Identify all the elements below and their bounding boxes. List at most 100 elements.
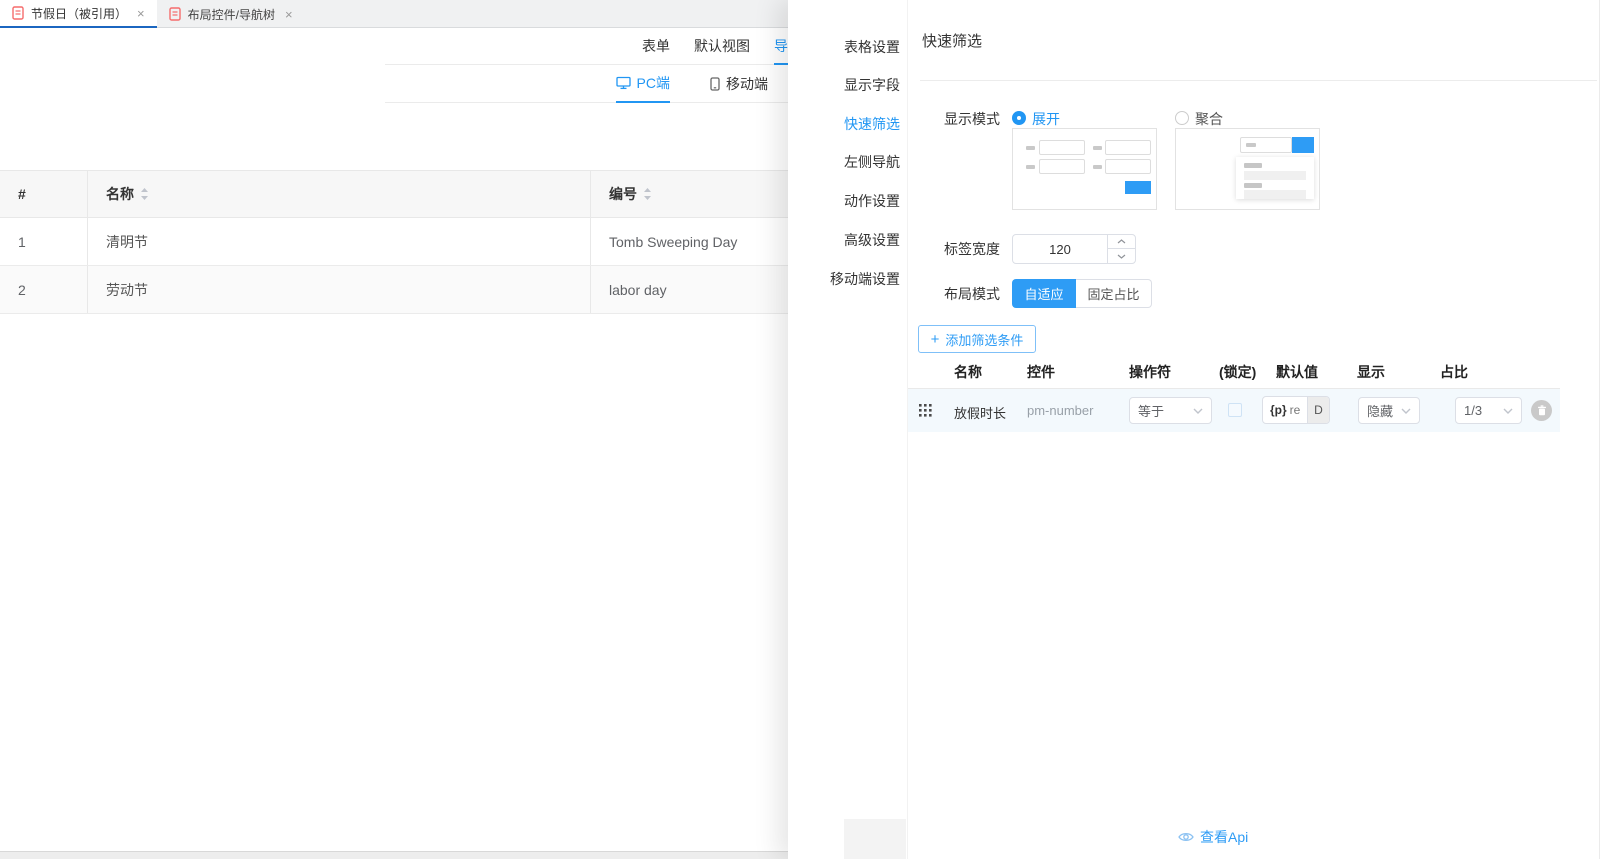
layout-adaptive-button[interactable]: 自适应 [1012,279,1076,308]
filter-field-name: 放假时长 [954,403,1006,422]
display-mode-label: 显示模式 [908,109,1000,129]
stepper-increase-button[interactable] [1108,235,1135,249]
filter-col-locked: (锁定) [1219,362,1256,382]
chevron-down-icon [1193,408,1203,414]
display-value: 隐藏 [1367,401,1393,420]
sort-icon[interactable] [643,187,652,201]
sidebar-item-left-nav[interactable]: 左侧导航 [787,147,907,177]
device-toolbar: PC端 移动端 [385,65,788,103]
window-tab-label: 节假日（被引用） [31,5,127,22]
aggregate-mode-preview[interactable] [1175,128,1320,210]
ratio-select[interactable]: 1/3 [1455,397,1522,424]
form-doc-icon [12,6,24,20]
radio-aggregate[interactable] [1175,111,1189,125]
view-toolbar: 表单 默认视图 导 [385,28,788,65]
filter-col-operator: 操作符 [1129,362,1171,382]
display-select[interactable]: 隐藏 [1358,397,1420,424]
title-divider [920,80,1597,81]
filter-col-control: 控件 [1027,362,1055,382]
filter-col-name: 名称 [954,362,982,382]
chevron-down-icon [1401,408,1411,414]
filter-col-ratio: 占比 [1440,362,1468,382]
column-header-index: # [0,171,88,217]
tab-mobile-label: 移动端 [726,74,768,94]
sidebar-item-display-fields[interactable]: 显示字段 [787,70,907,100]
tab-pc[interactable]: PC端 [616,65,670,103]
toolbar-item-form[interactable]: 表单 [642,28,670,64]
window-tab-layout[interactable]: 布局控件/导航树 × [157,0,305,28]
chevron-down-icon [1503,408,1513,414]
locked-checkbox[interactable] [1228,403,1242,417]
column-header-name[interactable]: 名称 [88,171,591,217]
preview-field-input [1039,159,1085,174]
default-value-tag-button[interactable]: D [1307,397,1329,423]
preview-field-input [1105,159,1151,174]
sidebar-item-mobile-settings[interactable]: 移动端设置 [787,264,907,294]
preview-field-label [1026,146,1035,150]
preview-field-label [1093,146,1102,150]
layout-fixed-ratio-button[interactable]: 固定占比 [1076,279,1152,308]
operator-value: 等于 [1138,401,1164,420]
preview-option-bar [1244,190,1306,199]
preview-field-label [1026,165,1035,169]
ratio-value: 1/3 [1464,403,1482,418]
label-width-label: 标签宽度 [908,239,1000,259]
panel-title: 快速筛选 [922,30,982,51]
toolbar-item-nav[interactable]: 导 [774,28,788,65]
radio-aggregate-label[interactable]: 聚合 [1195,109,1223,129]
preview-search-button [1125,181,1151,194]
monitor-icon [616,76,631,90]
plus-icon: + [931,332,940,347]
sidebar-item-advanced-settings[interactable]: 高级设置 [787,225,907,255]
layout-mode-label: 布局模式 [908,284,1000,304]
window-tab-label: 布局控件/导航树 [188,6,275,23]
sidebar-item-action-settings[interactable]: 动作设置 [787,186,907,216]
label-width-stepper[interactable]: 120 [1012,234,1136,264]
preview-search-button [1292,137,1314,153]
chevron-down-icon [1117,254,1126,259]
drawer-panel: 快速筛选 显示模式 展开 聚合 [908,0,1615,859]
view-api-link[interactable]: 查看Api [1178,827,1248,847]
label-width-value[interactable]: 120 [1013,235,1107,263]
sort-icon[interactable] [140,187,149,201]
preview-field-label [1093,165,1102,169]
filter-col-display: 显示 [1357,362,1385,382]
cell-name: 劳动节 [88,266,591,313]
default-value-input[interactable]: {p} re D [1262,396,1330,424]
window-tab-holiday[interactable]: 节假日（被引用） × [0,0,157,28]
preview-field-input [1039,140,1085,155]
tab-mobile[interactable]: 移动端 [710,65,768,102]
phone-icon [710,77,720,91]
filter-col-default: 默认值 [1276,362,1318,382]
horizontal-scrollbar[interactable] [0,851,788,859]
filter-condition-row: 放假时长 pm-number 等于 {p} re D 隐藏 [908,389,1560,432]
add-filter-button[interactable]: + 添加筛选条件 [918,325,1036,353]
default-value-text: re [1287,403,1307,417]
sidebar-scroll-gutter [844,819,906,859]
expand-mode-preview[interactable] [1012,128,1157,210]
drag-handle-icon[interactable] [919,404,932,422]
operator-select[interactable]: 等于 [1129,397,1212,424]
cell-name: 清明节 [88,218,591,265]
default-value-badge: {p} [1263,403,1287,417]
close-icon[interactable]: × [285,8,293,21]
eye-icon [1178,831,1194,843]
toolbar-item-default-view[interactable]: 默认视图 [694,28,750,64]
filter-control-type: pm-number [1027,403,1093,418]
view-api-label: 查看Api [1200,827,1248,847]
radio-expand[interactable] [1012,111,1026,125]
stepper-decrease-button[interactable] [1108,249,1135,263]
preview-option-label [1244,183,1262,188]
delete-filter-button[interactable] [1531,400,1552,421]
vertical-scrollbar[interactable] [1599,0,1600,859]
preview-option-bar [1244,171,1306,180]
drawer-sidebar: 表格设置 显示字段 快速筛选 左侧导航 动作设置 高级设置 移动端设置 [788,0,908,859]
sidebar-item-table-settings[interactable]: 表格设置 [787,32,907,62]
preview-option-label [1244,163,1262,168]
preview-input-text [1246,143,1256,147]
close-icon[interactable]: × [137,7,145,20]
radio-expand-label[interactable]: 展开 [1032,109,1060,129]
app-root: 节假日（被引用） × 布局控件/导航树 × 表单 默认视图 导 [0,0,1615,859]
sidebar-item-quick-filter[interactable]: 快速筛选 [787,109,907,139]
chevron-up-icon [1117,239,1126,244]
